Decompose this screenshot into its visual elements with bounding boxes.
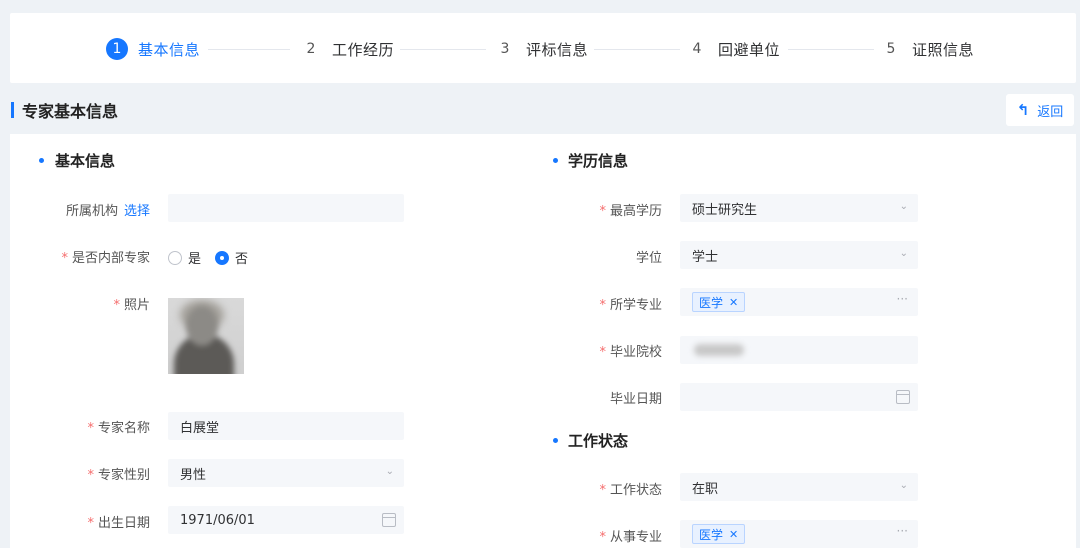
grad-date-label: 毕业日期 xyxy=(609,392,662,407)
academic-degree-label: 学位 xyxy=(635,251,662,266)
step-connector xyxy=(594,49,680,50)
gender-label: * 专家性别 xyxy=(87,468,150,483)
step-number: 2 xyxy=(306,41,316,57)
calendar-icon xyxy=(382,513,396,527)
org-input[interactable] xyxy=(168,194,404,222)
step-connector xyxy=(788,49,874,50)
calendar-icon xyxy=(896,390,910,404)
step-2[interactable]: 2 工作经历 xyxy=(300,37,394,61)
chevron-down-icon: ⌄ xyxy=(899,480,908,491)
step-3[interactable]: 3 评标信息 xyxy=(494,37,588,61)
step-label: 工作经历 xyxy=(332,40,395,59)
chevron-down-icon: ⌄ xyxy=(385,466,394,477)
degree-label: * 最高学历 xyxy=(599,204,662,219)
group-dot xyxy=(39,158,44,163)
step-label: 评标信息 xyxy=(526,40,589,59)
step-1[interactable]: 1 基本信息 xyxy=(106,37,200,61)
work-status-title: 工作状态 xyxy=(568,432,629,450)
step-connector xyxy=(400,49,486,50)
step-5[interactable]: 5 证照信息 xyxy=(880,37,974,61)
ellipsis-icon: ··· xyxy=(896,524,908,538)
form-panel: 基本信息 所属机构 选择 * 是否内部专家 是 否 * 照片 * 专家名称 白展堂 * 专… xyxy=(10,134,1076,548)
degree-select[interactable]: 硕士研究生 ⌄ xyxy=(680,194,918,222)
ellipsis-icon: ··· xyxy=(896,292,908,306)
step-number: 4 xyxy=(692,41,702,57)
work-field-multi-select[interactable]: 医学 ✕ ··· xyxy=(680,520,918,548)
academic-degree-select[interactable]: 学士 ⌄ xyxy=(680,241,918,269)
group-dot xyxy=(553,438,558,443)
radio-no[interactable] xyxy=(215,250,230,265)
name-label: * 专家名称 xyxy=(87,421,150,436)
major-tag: 医学 ✕ xyxy=(692,292,746,312)
close-icon[interactable]: ✕ xyxy=(729,296,738,309)
major-label: * 所学专业 xyxy=(599,298,662,313)
steps-bar: 1 基本信息 2 工作经历 3 评标信息 4 回避单位 5 证照信息 xyxy=(10,13,1076,83)
step-label: 证照信息 xyxy=(912,40,975,59)
undo-arrow-icon: ↰ xyxy=(1016,101,1030,119)
school-input[interactable] xyxy=(680,336,918,364)
expert-photo[interactable] xyxy=(168,298,244,374)
section-accent-bar xyxy=(11,102,14,118)
chevron-down-icon: ⌄ xyxy=(899,248,908,259)
birth-date-picker[interactable]: 1971/06/01 xyxy=(168,506,404,534)
basic-info-title: 基本信息 xyxy=(55,152,116,170)
work-status-label: * 工作状态 xyxy=(599,483,662,498)
org-label: 所属机构 选择 xyxy=(65,204,150,219)
step-number: 3 xyxy=(500,41,510,57)
work-field-label: * 从事专业 xyxy=(599,530,662,545)
step-4[interactable]: 4 回避单位 xyxy=(686,37,780,61)
major-multi-select[interactable]: 医学 ✕ ··· xyxy=(680,288,918,316)
school-label: * 毕业院校 xyxy=(599,345,662,360)
blurred-school-name xyxy=(694,344,744,356)
education-info-title: 学历信息 xyxy=(568,152,629,170)
photo-label: * 照片 xyxy=(113,298,150,313)
internal-expert-radio-group: 是 否 xyxy=(168,248,262,267)
birth-label: * 出生日期 xyxy=(87,516,150,531)
group-dot xyxy=(553,158,558,163)
name-input[interactable]: 白展堂 xyxy=(168,412,404,440)
page-title: 专家基本信息 xyxy=(22,102,119,121)
step-number: 5 xyxy=(886,41,896,57)
radio-yes[interactable] xyxy=(168,250,182,265)
back-label: 返回 xyxy=(1037,104,1064,120)
chevron-down-icon: ⌄ xyxy=(899,201,908,212)
step-number: 1 xyxy=(106,38,128,60)
work-field-tag: 医学 ✕ xyxy=(692,524,746,544)
close-icon[interactable]: ✕ xyxy=(729,528,738,541)
grad-date-picker[interactable] xyxy=(680,383,918,411)
step-connector xyxy=(208,49,290,50)
gender-select[interactable]: 男性 ⌄ xyxy=(168,459,404,487)
internal-expert-label: * 是否内部专家 xyxy=(61,251,150,266)
work-status-select[interactable]: 在职 ⌄ xyxy=(680,473,918,501)
step-label: 基本信息 xyxy=(138,40,201,59)
org-select-link[interactable]: 选择 xyxy=(124,204,150,219)
back-button[interactable]: ↰ 返回 xyxy=(1006,94,1074,126)
step-label: 回避单位 xyxy=(718,40,781,59)
